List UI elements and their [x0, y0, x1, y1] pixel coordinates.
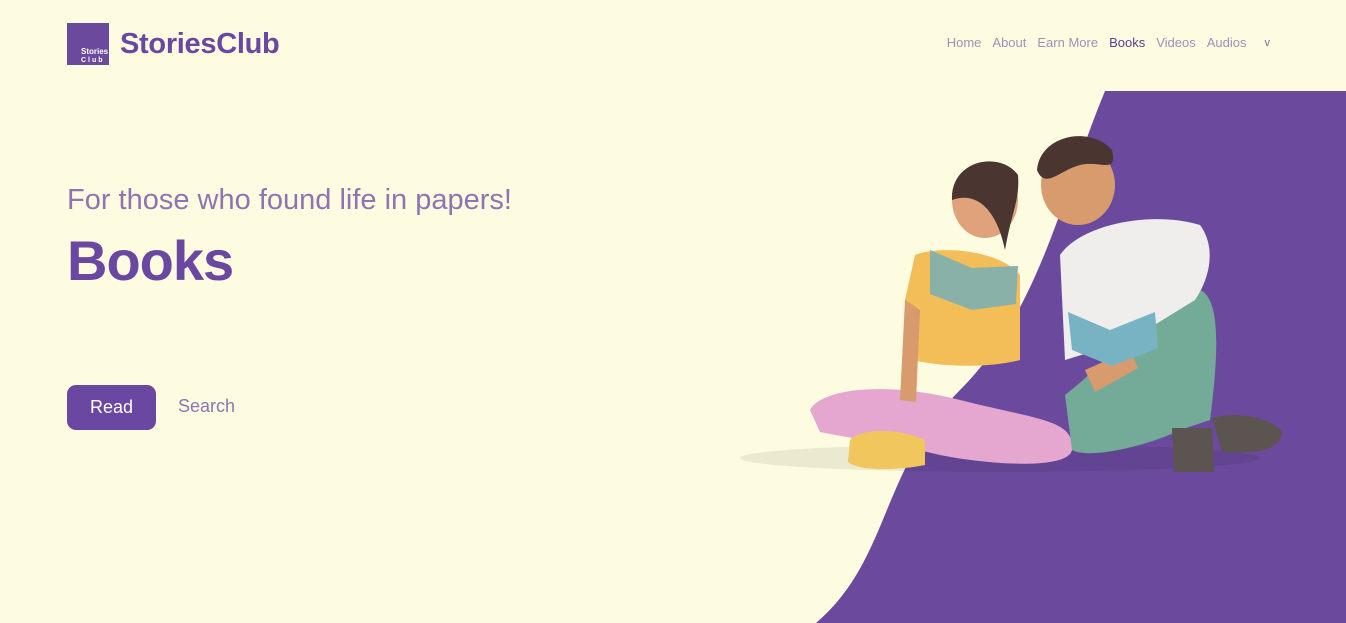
nav-item-books[interactable]: Books — [1109, 35, 1145, 50]
hero-subtitle: For those who found life in papers! — [67, 184, 512, 216]
nav-more-chevron-icon[interactable]: v — [1265, 37, 1271, 49]
search-link[interactable]: Search — [178, 396, 235, 417]
nav-item-videos[interactable]: Videos — [1156, 35, 1196, 50]
brand-name[interactable]: StoriesClub — [120, 28, 280, 61]
nav-item-home[interactable]: Home — [947, 35, 982, 50]
logo-text-line2: Club — [81, 57, 105, 64]
hero-title: Books — [67, 229, 234, 292]
logo[interactable]: Stories Club — [67, 23, 109, 65]
nav-item-about[interactable]: About — [992, 35, 1026, 50]
logo-text-line1: Stories — [81, 47, 109, 56]
brand[interactable]: Stories Club StoriesClub — [67, 23, 280, 65]
top-navigation: Home About Earn More Books Videos Audios… — [947, 35, 1270, 50]
nav-item-earn-more[interactable]: Earn More — [1037, 35, 1098, 50]
read-button[interactable]: Read — [67, 385, 156, 430]
nav-item-audios[interactable]: Audios — [1207, 35, 1247, 50]
hero-illustration — [740, 91, 1346, 623]
